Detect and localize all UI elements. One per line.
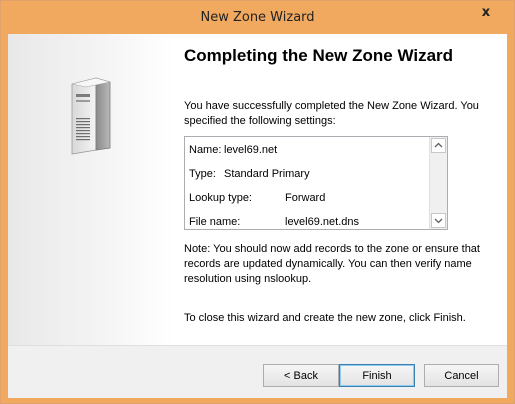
close-instruction-text: To close this wizard and create the new …	[184, 312, 466, 324]
setting-value: Standard Primary	[224, 168, 310, 180]
setting-label: Lookup type:	[189, 192, 252, 204]
setting-label: Name:	[189, 144, 222, 156]
wizard-note-text: Note: You should now add records to the …	[184, 243, 480, 285]
scroll-up-button[interactable]	[431, 138, 446, 153]
setting-value: level69.net	[224, 144, 278, 156]
setting-value: level69.net.dns	[285, 216, 359, 228]
server-tower-icon	[71, 77, 111, 155]
window-title: New Zone Wizard	[200, 10, 315, 25]
wizard-intro-text: You have successfully completed the New …	[184, 100, 479, 127]
wizard-side-panel	[8, 34, 173, 345]
settings-summary-box[interactable]: Name: level69.net Type: Standard Primary…	[184, 136, 448, 230]
setting-label: File name:	[189, 216, 241, 228]
wizard-button-bar: < Back Finish Cancel	[8, 345, 507, 398]
finish-button[interactable]: Finish	[339, 364, 415, 387]
chevron-up-icon	[434, 142, 443, 148]
settings-scrollbar[interactable]	[429, 137, 447, 229]
scroll-down-button[interactable]	[431, 213, 446, 228]
close-button[interactable]: x	[472, 3, 500, 23]
title-bar[interactable]: New Zone Wizard x	[1, 1, 514, 33]
setting-value: Forward	[285, 192, 326, 204]
chevron-down-icon	[434, 218, 443, 224]
wizard-heading: Completing the New Zone Wizard	[184, 46, 454, 65]
cancel-button[interactable]: Cancel	[424, 364, 499, 387]
wizard-content: Completing the New Zone Wizard You have …	[8, 34, 507, 398]
back-button[interactable]: < Back	[263, 364, 339, 387]
wizard-window: New Zone Wizard x Completing the New Zon…	[0, 0, 515, 404]
setting-label: Type:	[189, 168, 216, 180]
